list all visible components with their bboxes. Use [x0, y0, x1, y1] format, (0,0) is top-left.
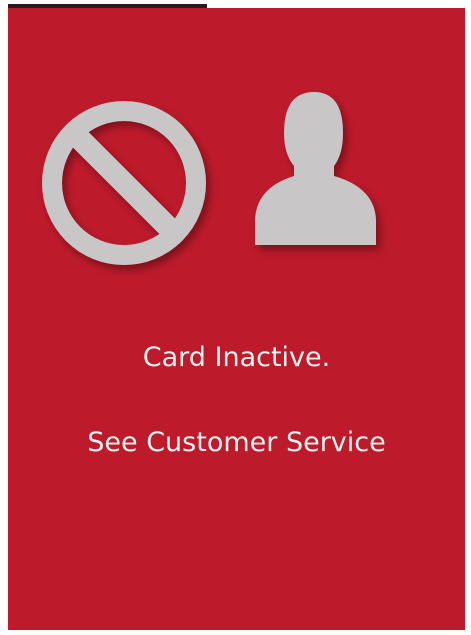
prohibited-icon: [42, 101, 206, 265]
see-customer-service-text: See Customer Service: [87, 427, 386, 458]
card-inactive-panel: Card Inactive. See Customer Service: [8, 8, 465, 630]
status-icons: [8, 8, 465, 278]
screen: Card Inactive. See Customer Service: [0, 0, 471, 635]
card-inactive-text: Card Inactive.: [142, 342, 331, 373]
person-icon: [255, 92, 376, 245]
